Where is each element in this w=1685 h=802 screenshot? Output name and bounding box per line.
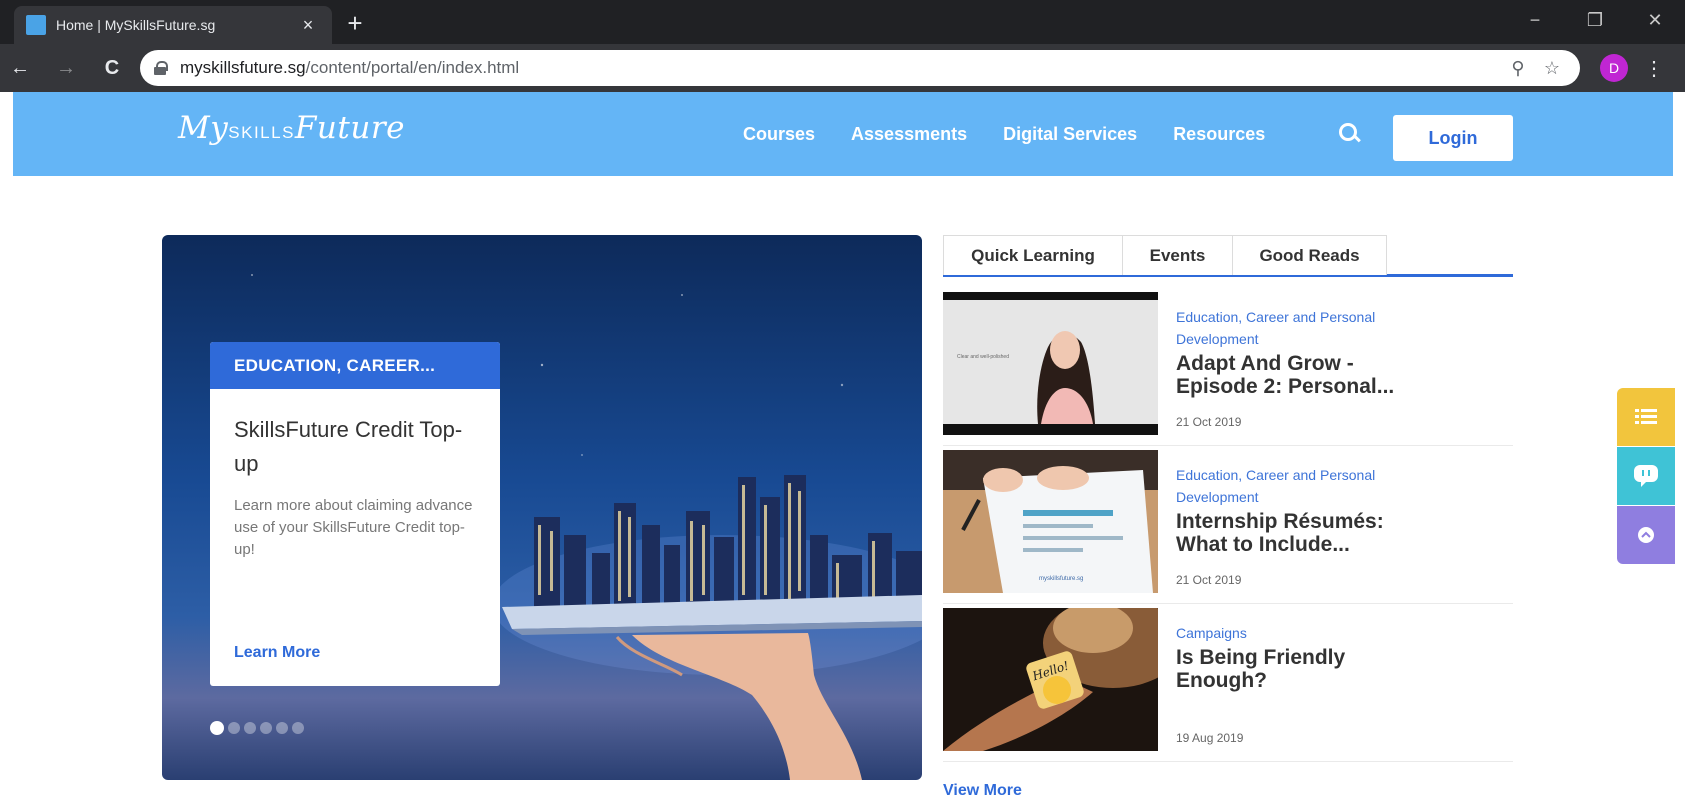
article-title[interactable]: Adapt And Grow - Episode 2: Personal... <box>1176 352 1421 398</box>
page-root: { "browser": { "tab_title": "Home | MySk… <box>0 0 1685 802</box>
article-thumbnail[interactable]: Hello! <box>943 608 1158 751</box>
hero-card: EDUCATION, CAREER... SkillsFuture Credit… <box>210 342 500 686</box>
logo-prefix: My <box>178 110 229 146</box>
hero-learn-more-link[interactable]: Learn More <box>234 644 320 662</box>
article-body: Education, Career and Personal Developme… <box>1176 464 1421 599</box>
list-item[interactable]: Hello! Campaigns Is Being Friendly Enoug… <box>943 604 1513 762</box>
logo-caps: SKILLS <box>228 123 295 142</box>
minimize-button[interactable]: − <box>1505 0 1565 40</box>
site-header: MySKILLSFuture Courses Assessments Digit… <box>13 92 1673 176</box>
thumb-caption: Clear and well-polished <box>957 354 1009 360</box>
new-tab-button[interactable]: + <box>340 8 370 38</box>
carousel-dot[interactable] <box>260 722 272 734</box>
hero-description: Learn more about claiming advance use of… <box>234 497 473 558</box>
favicon-icon <box>26 15 46 35</box>
browser-tabstrip: Home | MySkillsFuture.sg × + − ❐ ✕ <box>0 0 1685 44</box>
carousel-dot[interactable] <box>292 722 304 734</box>
site-logo[interactable]: MySKILLSFuture <box>178 110 405 146</box>
hero-carousel[interactable]: EDUCATION, CAREER... SkillsFuture Credit… <box>162 235 922 780</box>
back-button[interactable]: ← <box>6 54 34 82</box>
profile-avatar[interactable]: D <box>1600 54 1628 82</box>
side-chat-button[interactable] <box>1617 447 1675 505</box>
nav-digital-services[interactable]: Digital Services <box>1003 124 1137 145</box>
article-body: Education, Career and Personal Developme… <box>1176 306 1421 441</box>
close-window-button[interactable]: ✕ <box>1625 0 1685 40</box>
url-domain: myskillsfuture.sg <box>180 58 306 77</box>
chat-icon <box>1634 465 1658 487</box>
list-icon <box>1635 409 1657 424</box>
article-category[interactable]: Education, Career and Personal Developme… <box>1176 464 1421 508</box>
url-text: myskillsfuture.sg/content/portal/en/inde… <box>180 58 1498 78</box>
carousel-dots <box>210 721 304 735</box>
article-category[interactable]: Education, Career and Personal Developme… <box>1176 306 1421 350</box>
reload-button[interactable]: C <box>98 54 126 82</box>
tab-quick-learning[interactable]: Quick Learning <box>943 235 1123 275</box>
url-path: /content/portal/en/index.html <box>305 58 520 77</box>
article-title[interactable]: Is Being Friendly Enough? <box>1176 646 1421 692</box>
hero-category-tag: EDUCATION, CAREER... <box>210 342 500 389</box>
tab-close-icon[interactable]: × <box>296 13 320 37</box>
side-scroll-top-button[interactable] <box>1617 506 1675 564</box>
lock-icon <box>154 61 168 75</box>
tab-good-reads[interactable]: Good Reads <box>1233 235 1387 275</box>
logo-suffix: Future <box>294 110 405 146</box>
article-body: Campaigns Is Being Friendly Enough? 19 A… <box>1176 622 1421 757</box>
list-item[interactable]: Clear and well-polished Education, Caree… <box>943 288 1513 446</box>
thumb-caption: myskillsfuture.sg <box>1039 576 1083 582</box>
tab-title: Home | MySkillsFuture.sg <box>56 17 216 33</box>
hero-title: SkillsFuture Credit Top-up <box>234 417 463 476</box>
zoom-icon[interactable]: ⚲ <box>1504 54 1532 82</box>
browser-menu-icon[interactable]: ⋮ <box>1640 54 1668 82</box>
carousel-dot[interactable] <box>244 722 256 734</box>
content-tabs: Quick Learning Events Good Reads <box>943 235 1513 277</box>
article-date: 21 Oct 2019 <box>1176 573 1242 587</box>
view-more-link[interactable]: View More <box>943 782 1022 800</box>
carousel-dot[interactable] <box>276 722 288 734</box>
forward-button[interactable]: → <box>52 54 80 82</box>
article-date: 21 Oct 2019 <box>1176 415 1242 429</box>
restore-button[interactable]: ❐ <box>1565 0 1625 40</box>
nav-courses[interactable]: Courses <box>743 124 815 145</box>
carousel-dot[interactable] <box>228 722 240 734</box>
browser-toolbar: ← → C myskillsfuture.sg/content/portal/e… <box>0 44 1685 92</box>
scroll-up-icon <box>1638 527 1654 543</box>
tab-events[interactable]: Events <box>1123 235 1233 275</box>
article-category[interactable]: Campaigns <box>1176 622 1421 644</box>
nav-assessments[interactable]: Assessments <box>851 124 967 145</box>
article-thumbnail[interactable]: myskillsfuture.sg <box>943 450 1158 593</box>
article-title[interactable]: Internship Résumés: What to Include... <box>1176 510 1421 556</box>
article-thumbnail[interactable]: Clear and well-polished <box>943 292 1158 435</box>
list-item[interactable]: myskillsfuture.sg Education, Career and … <box>943 446 1513 604</box>
side-list-button[interactable] <box>1617 388 1675 446</box>
main-nav: Courses Assessments Digital Services Res… <box>743 92 1265 176</box>
nav-resources[interactable]: Resources <box>1173 124 1265 145</box>
address-bar[interactable]: myskillsfuture.sg/content/portal/en/inde… <box>140 50 1580 86</box>
article-date: 19 Aug 2019 <box>1176 731 1244 745</box>
bookmark-star-icon[interactable]: ☆ <box>1538 54 1566 82</box>
search-icon[interactable] <box>1336 120 1364 148</box>
article-list: Clear and well-polished Education, Caree… <box>943 288 1513 762</box>
browser-tab[interactable]: Home | MySkillsFuture.sg × <box>14 6 332 44</box>
login-button[interactable]: Login <box>1393 115 1513 161</box>
carousel-dot[interactable] <box>210 721 224 735</box>
window-controls: − ❐ ✕ <box>1505 0 1685 40</box>
